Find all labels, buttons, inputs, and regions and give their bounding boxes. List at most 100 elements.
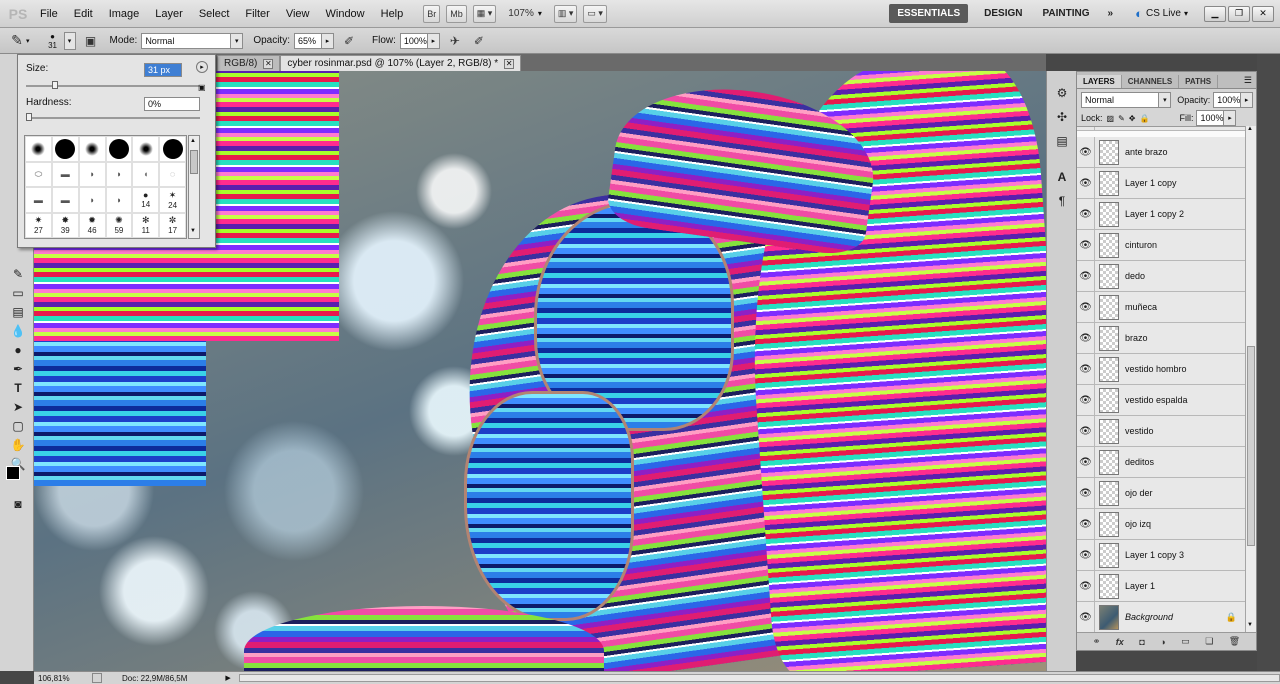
eye-icon[interactable]: 👁 — [1077, 539, 1095, 571]
size-slider-thumb[interactable] — [52, 81, 58, 89]
brush-preset[interactable]: ◌ — [159, 161, 186, 187]
brush-preset[interactable]: ✺ 59 — [105, 212, 133, 238]
layer-row[interactable]: 👁 Layer 1 copy 2 — [1077, 198, 1245, 230]
eraser-tool-icon[interactable]: ▭ — [9, 285, 27, 301]
brush-preset[interactable] — [25, 136, 52, 162]
foreground-color-swatch[interactable] — [6, 466, 20, 480]
mode-select-arrow[interactable]: ▾ — [231, 32, 244, 49]
eye-icon[interactable]: 👁 — [1077, 570, 1095, 602]
status-preview-icon[interactable] — [92, 673, 102, 683]
layer-row[interactable]: 👁 vestido espalda — [1077, 384, 1245, 416]
brush-preset[interactable] — [105, 136, 133, 162]
flow-input[interactable]: 100% — [399, 32, 428, 49]
fill-arrow[interactable]: ▸ — [1224, 110, 1237, 126]
layers-scrollbar[interactable]: ▲ ▼ — [1245, 126, 1256, 632]
scroll-thumb[interactable] — [190, 150, 198, 174]
hand-tool-icon[interactable]: ✋ — [9, 437, 27, 453]
restore-button[interactable]: ❐ — [1228, 5, 1250, 22]
tab-other-document[interactable]: RGB/8) ✕ — [217, 55, 281, 71]
group-icon[interactable]: ▭ — [1181, 636, 1190, 647]
minimize-button[interactable]: ▁ — [1204, 5, 1226, 22]
actions-panel-icon[interactable]: ✣ — [1054, 109, 1070, 125]
flow-slider-arrow[interactable]: ▸ — [427, 32, 440, 49]
eye-icon[interactable]: 👁 — [1077, 291, 1095, 323]
menu-select[interactable]: Select — [191, 8, 238, 20]
brush-grid-scrollbar[interactable]: ▲ ▼ — [188, 135, 200, 239]
zoom-level-menu[interactable]: 107% — [508, 8, 534, 19]
tab-layers[interactable]: LAYERS — [1077, 75, 1122, 88]
workspace-painting[interactable]: PAINTING — [1035, 4, 1098, 23]
layer-row[interactable]: 👁 ante brazo — [1077, 136, 1245, 168]
eye-icon[interactable]: 👁 — [1077, 260, 1095, 292]
cs-live-button[interactable]: CS Live — [1146, 8, 1181, 19]
opacity-input[interactable]: 65% — [294, 32, 322, 49]
menu-layer[interactable]: Layer — [147, 8, 191, 20]
brush-size-input[interactable]: 31 px — [144, 63, 182, 77]
lock-all-icon[interactable]: 🔒 — [1139, 114, 1149, 123]
brush-preset[interactable]: ◖ — [132, 161, 160, 187]
menu-window[interactable]: Window — [318, 8, 373, 20]
brush-preset[interactable]: ◗ — [105, 161, 133, 187]
type-tool-icon[interactable]: T — [9, 380, 27, 396]
gradient-tool-icon[interactable]: ▤ — [9, 304, 27, 320]
layer-opacity-input[interactable]: 100% — [1213, 92, 1242, 108]
chevron-down-icon[interactable]: ▾ — [26, 37, 30, 45]
workspace-essentials[interactable]: ESSENTIALS — [889, 4, 969, 23]
eye-icon[interactable]: 👁 — [1077, 384, 1095, 416]
menu-image[interactable]: Image — [101, 8, 148, 20]
character-panel-icon[interactable]: A — [1054, 169, 1070, 185]
blend-mode-arrow[interactable]: ▾ — [1159, 92, 1172, 108]
layer-row[interactable]: 👁 vestido — [1077, 415, 1245, 447]
eye-icon[interactable]: 👁 — [1077, 446, 1095, 478]
menu-help[interactable]: Help — [373, 8, 412, 20]
layer-opacity-arrow[interactable]: ▸ — [1241, 92, 1253, 108]
pressure-opacity-icon[interactable]: ✐ — [340, 32, 358, 50]
mode-select[interactable]: Normal — [141, 32, 232, 49]
airbrush-icon[interactable]: ✈ — [446, 32, 464, 50]
brush-preset[interactable]: ✼ 17 — [159, 212, 186, 238]
trash-icon[interactable]: 🗑 — [1229, 636, 1240, 647]
eye-icon[interactable]: 👁 — [1077, 601, 1095, 632]
menu-view[interactable]: View — [278, 8, 318, 20]
close-window-button[interactable]: ✕ — [1252, 5, 1274, 22]
brush-preset-picker[interactable]: ● 31 — [42, 32, 64, 50]
arrange-documents-button[interactable]: ▥ ▾ — [553, 4, 578, 23]
brush-preset[interactable]: ◗ — [78, 187, 106, 213]
close-icon[interactable]: ✕ — [504, 58, 515, 69]
bridge-button[interactable]: Br — [423, 4, 441, 23]
chevron-down-icon[interactable]: ▾ — [1184, 9, 1188, 18]
eye-icon[interactable]: 👁 — [1077, 229, 1095, 261]
opacity-slider-arrow[interactable]: ▸ — [322, 32, 334, 49]
layer-row[interactable]: 👁 dedo — [1077, 260, 1245, 292]
color-swatches[interactable] — [6, 466, 26, 486]
lock-pixels-icon[interactable]: ✎ — [1118, 114, 1125, 123]
chevron-down-icon[interactable]: ▾ — [538, 9, 542, 18]
tab-channels[interactable]: CHANNELS — [1122, 75, 1180, 88]
view-extras-button[interactable]: ▦ ▾ — [472, 4, 497, 23]
layer-row[interactable]: 👁 brazo — [1077, 322, 1245, 354]
layer-row[interactable]: 👁 ojo der — [1077, 477, 1245, 509]
brush-preset[interactable]: ✹ 46 — [78, 212, 106, 238]
layer-row[interactable]: 👁 ojo izq — [1077, 508, 1245, 540]
paragraph-panel-icon[interactable]: ¶ — [1054, 193, 1070, 209]
rectangle-tool-icon[interactable]: ▢ — [9, 418, 27, 434]
status-menu-icon[interactable]: ▶ — [225, 674, 230, 682]
link-icon[interactable]: ⚭ — [1093, 636, 1101, 647]
fill-input[interactable]: 100% — [1196, 110, 1225, 126]
brush-tool-icon[interactable]: ✎ — [9, 266, 27, 282]
lock-transparency-icon[interactable]: ▨ — [1107, 114, 1115, 123]
brush-preset[interactable]: ● 14 — [132, 187, 160, 213]
hardness-input[interactable]: 0% — [144, 97, 200, 111]
eye-icon[interactable]: 👁 — [1077, 415, 1095, 447]
layer-row-background[interactable]: 👁 Background 🔒 — [1077, 601, 1245, 632]
workspace-design[interactable]: DESIGN — [976, 4, 1030, 23]
brush-preset[interactable]: ✻ 11 — [132, 212, 160, 238]
menu-filter[interactable]: Filter — [237, 8, 277, 20]
mini-bridge-button[interactable]: Mb — [446, 4, 467, 23]
hardness-slider-thumb[interactable] — [26, 113, 32, 121]
blend-mode-select[interactable]: Normal — [1081, 92, 1160, 108]
size-slider[interactable] — [26, 81, 200, 89]
eye-icon[interactable]: 👁 — [1077, 477, 1095, 509]
brush-tool-preset-icon[interactable]: ✎ — [8, 32, 26, 50]
brush-preset[interactable] — [132, 136, 160, 162]
